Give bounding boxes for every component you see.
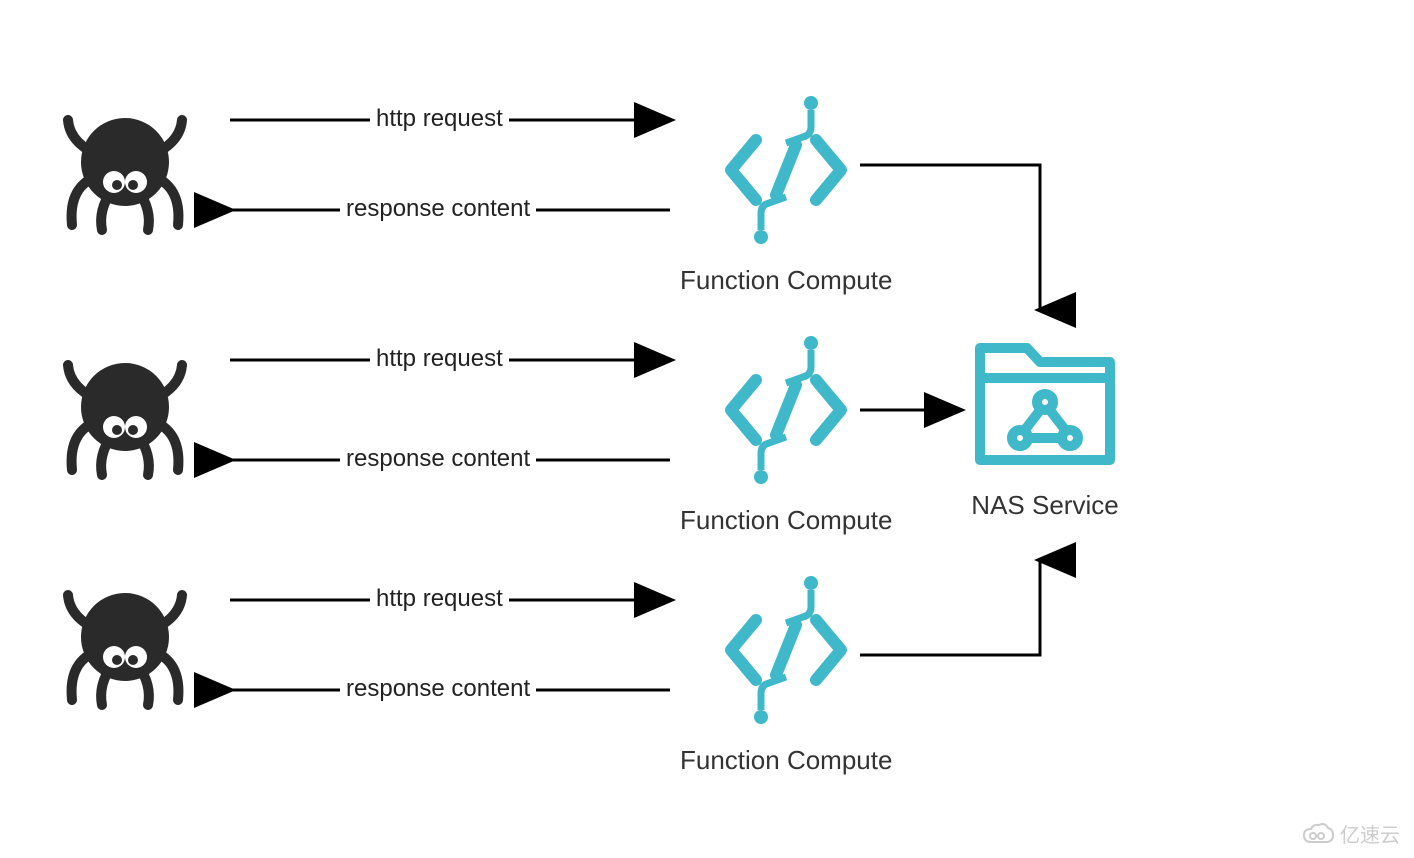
nas-folder-icon	[965, 330, 1125, 480]
watermark-text: 亿速云	[1340, 819, 1400, 848]
response-label-1: response content	[340, 195, 536, 223]
crawler-2	[50, 335, 200, 485]
cloud-icon	[1302, 822, 1334, 846]
compute-label-2: Function Compute	[680, 505, 892, 536]
function-compute-1: Function Compute	[680, 85, 892, 296]
compute-label-1: Function Compute	[680, 265, 892, 296]
spider-icon	[50, 565, 200, 715]
watermark: 亿速云	[1302, 819, 1400, 848]
response-label-2: response content	[340, 445, 536, 473]
function-compute-icon	[701, 85, 871, 255]
crawler-1	[50, 90, 200, 240]
request-label-2: http request	[370, 345, 509, 373]
request-label-3: http request	[370, 585, 509, 613]
function-compute-2: Function Compute	[680, 325, 892, 536]
compute-label-3: Function Compute	[680, 745, 892, 776]
spider-icon	[50, 90, 200, 240]
crawler-3	[50, 565, 200, 715]
function-compute-icon	[701, 325, 871, 495]
nas-service: NAS Service	[965, 330, 1125, 521]
nas-label: NAS Service	[971, 490, 1118, 521]
request-label-1: http request	[370, 105, 509, 133]
spider-icon	[50, 335, 200, 485]
function-compute-3: Function Compute	[680, 565, 892, 776]
architecture-diagram: http request response content http reque…	[0, 0, 1414, 858]
response-label-3: response content	[340, 675, 536, 703]
function-compute-icon	[701, 565, 871, 735]
